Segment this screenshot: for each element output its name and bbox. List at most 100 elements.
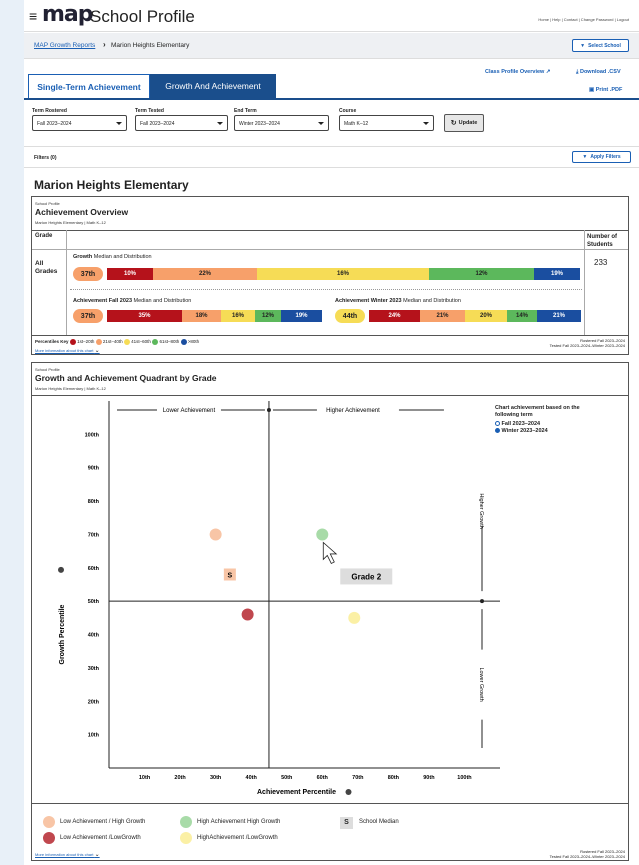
printer-icon: ▣ [589,87,596,93]
divider [66,230,67,335]
caret-down-icon [423,122,429,125]
dist-seg-3: 20% [465,310,507,322]
legend-swatch-low-high [43,816,55,828]
quadrant-card: School Profile Growth and Achievement Qu… [31,362,629,861]
top-links[interactable]: Home | Help | Contact | Change Password … [538,17,629,22]
dist-seg-3: 16% [257,268,429,280]
divider [32,230,628,231]
radio-unselected-icon [495,421,500,427]
cursor-icon [322,541,338,564]
growth-suffix: Median and Distribution [93,254,152,260]
y-axis-label: Growth Percentile [59,604,66,664]
tab-growth-achievement[interactable]: Growth And Achievement [150,74,276,98]
breadcrumb-current: Marion Heights Elementary [111,42,190,49]
dist-seg-2: 18% [182,310,221,322]
card-subtitle: Marion Heights Elementary | Math K–12 [35,220,106,225]
term-tested-select[interactable]: Fall 2023–2024 [135,115,228,131]
chevron-down-icon: ⌄ [94,348,100,354]
achievement-overview-card: School Profile Achievement Overview Mari… [31,196,629,355]
key-item: 41st–60th [131,339,151,345]
x-tick-label: 20th [174,775,186,781]
growth-distribution-bar: 10% 22% 16% 12% 19% [107,268,580,280]
radio-winter[interactable]: Winter 2023–2024 [495,428,548,435]
course-select[interactable]: Math K–12 [339,115,434,131]
term-chooser-title: Chart achievement based on the following… [495,405,580,418]
print-pdf-link[interactable]: ▣ Print .PDF [589,87,622,93]
quadrant-label-top-left: Lower Achievement [163,408,216,414]
quadrant-label-right-bottom: Lower Growth [478,667,484,701]
end-term-value: Winter 2023–2024 [239,121,280,127]
print-label: Print .PDF [595,87,623,93]
row-grade: All Grades [35,260,58,275]
median-marker-top [266,408,271,412]
breadcrumb-root-link[interactable]: MAP Growth Reports [34,42,95,49]
legend-high-low: HighAchievement /LowGrowth [197,835,278,841]
caret-down-icon: ▼ [580,42,586,49]
info-icon [58,566,64,573]
top-bar: ≡ map School Profile Home | Help | Conta… [24,0,639,32]
y-tick-label: 10th [88,733,100,739]
filters-count[interactable]: Filters (0) [34,155,57,161]
class-profile-label: Class Profile Overview [485,69,545,75]
x-axis-label: Achievement Percentile [257,789,336,796]
y-tick-label: 20th [88,699,100,705]
winter-label: Achievement Winter 2023 [335,298,402,304]
app-title: School Profile [90,7,195,26]
apply-filters-label: Apply Filters [590,154,621,160]
key-label: Percentiles Key [35,339,69,345]
map-logo: map [42,2,94,27]
more-info-link[interactable]: More information about this chart ⌄ [35,347,100,354]
course-value: Math K–12 [344,121,369,127]
divider [32,803,628,804]
col-students: Number of Students [587,234,617,248]
tested-note: Tested Fall 2023–2024–Winter 2023–2024 [549,854,625,859]
caret-down-icon: ▼ [582,154,588,160]
caret-down-icon [116,122,122,125]
radio-winter-label: Winter 2023–2024 [501,428,548,434]
update-button[interactable]: ↻ Update [444,114,484,132]
tab-single-term[interactable]: Single-Term Achievement [28,74,150,98]
roster-note: Rostered Fall 2023–2024 Tested Fall 2023… [550,849,625,859]
menu-icon[interactable]: ≡ [29,8,37,24]
dist-seg-2: 22% [153,268,257,280]
divider [584,230,585,335]
roster-note: Rostered Fall 2023–2024 Tested Fall 2023… [550,338,625,348]
end-term-select[interactable]: Winter 2023–2024 [234,115,329,131]
key-item: >80th [187,339,200,345]
dist-seg-1: 24% [369,310,420,322]
fall-heading: Achievement Fall 2023 Median and Distrib… [73,298,191,304]
school-median-label: S [228,572,233,579]
legend-swatch-high-high [180,816,192,828]
refresh-icon: ↻ [450,120,457,127]
radio-fall[interactable]: Fall 2023–2024 [495,421,548,428]
winter-suffix: Median and Distribution [403,298,461,304]
dist-seg-1: 10% [107,268,153,280]
quadrant-label-top-right: Higher Achievement [326,408,380,414]
download-csv-link[interactable]: ⤓ Download .CSV [576,69,621,76]
data-point-low-high [209,528,222,541]
select-school-button[interactable]: ▼ Select School [572,39,629,52]
y-tick-label: 50th [88,599,100,605]
more-info-link[interactable]: More information about this chart ⌄ [35,851,100,858]
winter-heading: Achievement Winter 2023 Median and Distr… [335,298,461,304]
x-tick-label: 10th [139,775,151,781]
dist-seg-1: 35% [107,310,182,322]
apply-filters-button[interactable]: ▼ Apply Filters [572,151,631,163]
term-rostered-select[interactable]: Fall 2023–2024 [32,115,127,131]
key-swatch [95,339,102,345]
fall-median-pill: 37th [73,309,103,323]
winter-median-pill: 44th [335,309,365,323]
median-marker-right [480,599,484,604]
key-swatch [180,339,187,345]
term-chooser: Fall 2023–2024 Winter 2023–2024 [495,421,548,435]
growth-heading: Growth Median and Distribution [73,254,152,260]
students-count: 233 [594,258,608,267]
tab-underline [24,98,639,100]
dist-seg-5: 21% [537,310,581,322]
data-point-high-low [348,611,361,624]
growth-label: Growth [73,254,93,260]
term-tested-label: Term Tested [135,108,164,114]
dist-seg-4: 14% [507,310,537,322]
dist-seg-2: 21% [420,310,465,322]
class-profile-link[interactable]: Class Profile Overview ↗ [485,69,550,75]
